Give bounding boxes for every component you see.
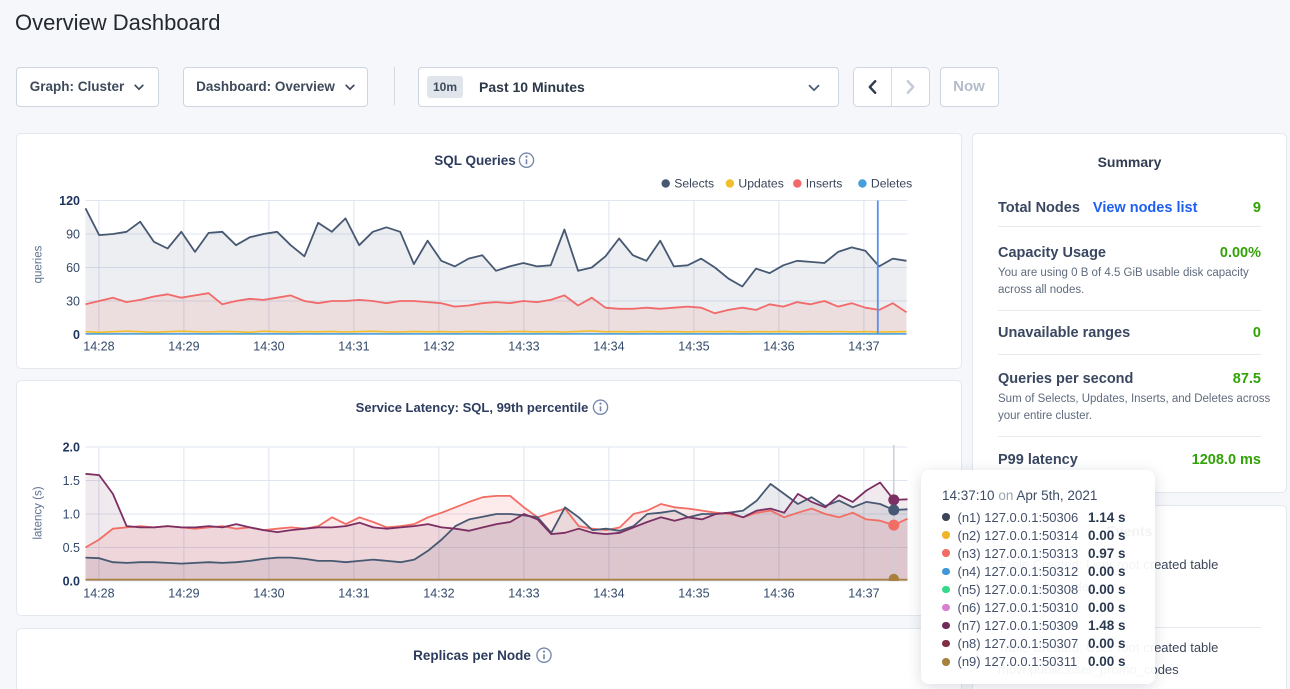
svg-text:Service Latency: SQL, 99th per: Service Latency: SQL, 99th percentile [355, 400, 588, 415]
svg-text:14:29: 14:29 [168, 339, 199, 353]
svg-text:Selects: Selects [674, 176, 714, 190]
svg-text:14:28: 14:28 [83, 339, 114, 353]
svg-text:2.0: 2.0 [62, 441, 79, 455]
svg-text:30: 30 [66, 294, 80, 308]
svg-text:Deletes: Deletes [870, 176, 911, 190]
svg-text:14:30: 14:30 [253, 587, 284, 601]
svg-text:queries: queries [32, 245, 44, 283]
svg-text:14:32: 14:32 [423, 339, 454, 353]
svg-text:14:31: 14:31 [338, 339, 369, 353]
svg-text:Updates: Updates [738, 176, 783, 190]
svg-text:0: 0 [73, 328, 80, 342]
svg-text:14:35: 14:35 [678, 587, 709, 601]
svg-text:0.0: 0.0 [62, 575, 79, 589]
svg-text:14:31: 14:31 [338, 587, 369, 601]
svg-text:14:34: 14:34 [593, 587, 624, 601]
svg-text:14:34: 14:34 [593, 339, 624, 353]
svg-text:latency (s): latency (s) [32, 486, 44, 539]
svg-text:14:36: 14:36 [763, 587, 794, 601]
svg-text:14:32: 14:32 [423, 587, 454, 601]
svg-text:60: 60 [66, 261, 80, 275]
svg-text:14:37: 14:37 [848, 339, 879, 353]
svg-text:Inserts: Inserts [805, 176, 842, 190]
svg-text:14:28: 14:28 [83, 587, 114, 601]
svg-text:Replicas per Node: Replicas per Node [413, 648, 531, 663]
svg-text:0.5: 0.5 [62, 541, 79, 555]
svg-text:14:33: 14:33 [508, 339, 539, 353]
svg-text:SQL Queries: SQL Queries [434, 153, 516, 168]
svg-text:120: 120 [59, 194, 80, 208]
svg-text:14:29: 14:29 [168, 587, 199, 601]
svg-text:1.5: 1.5 [62, 474, 79, 488]
svg-text:14:30: 14:30 [253, 339, 284, 353]
svg-text:1.0: 1.0 [62, 508, 79, 522]
svg-text:14:35: 14:35 [678, 339, 709, 353]
svg-text:90: 90 [66, 227, 80, 241]
svg-text:14:36: 14:36 [763, 339, 794, 353]
svg-text:14:33: 14:33 [508, 587, 539, 601]
svg-text:14:37: 14:37 [848, 587, 879, 601]
